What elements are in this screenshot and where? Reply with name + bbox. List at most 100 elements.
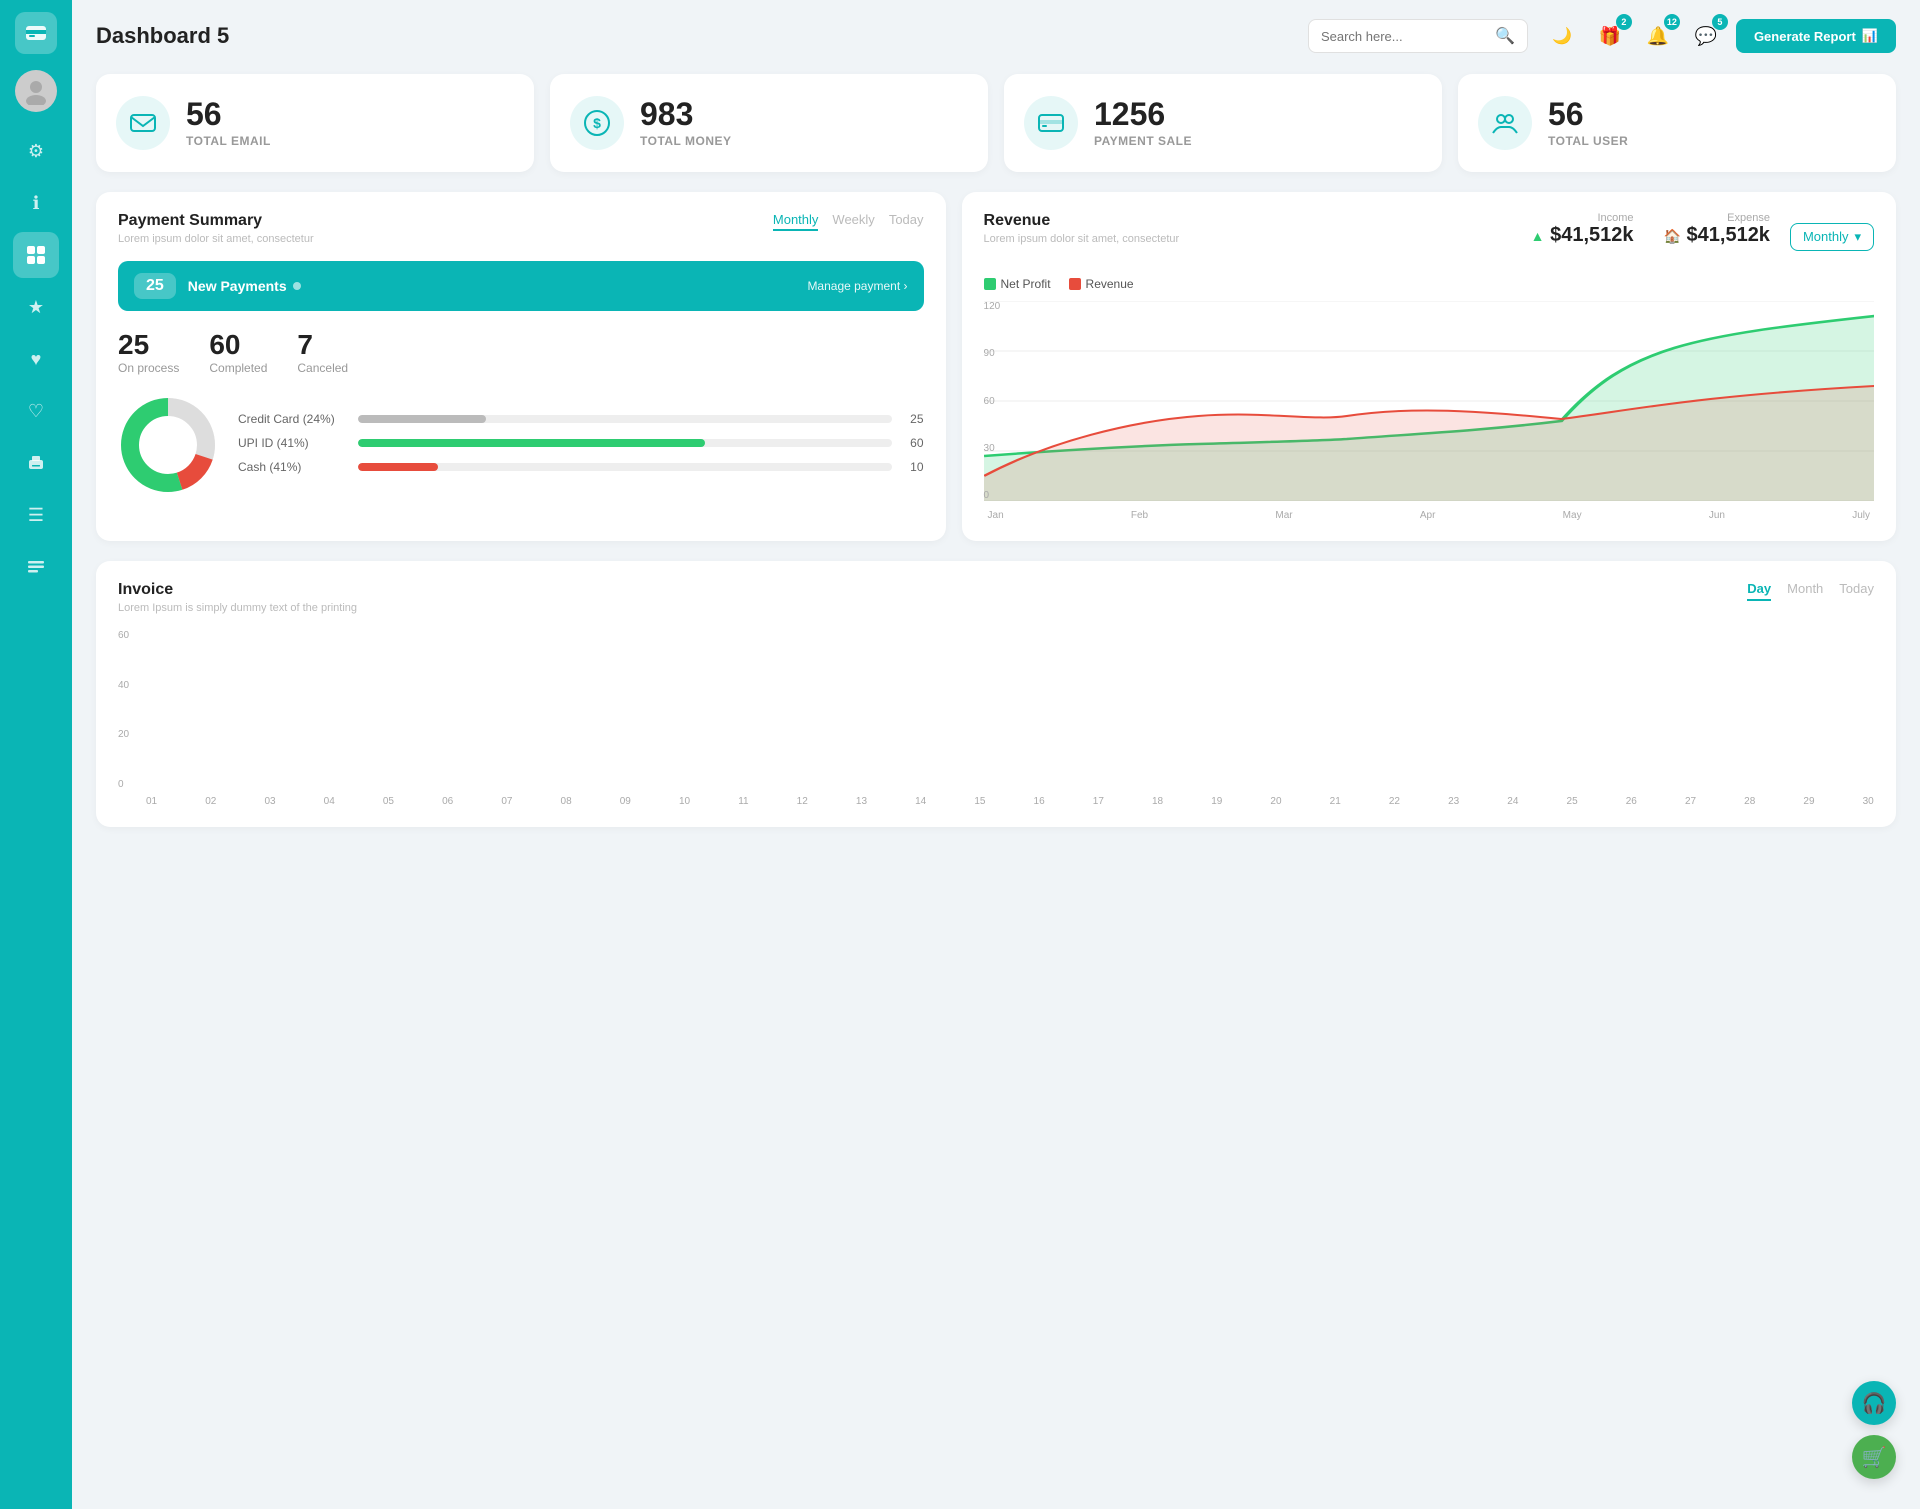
- bar-xaxis: 0102030405060708091011121314151617181920…: [146, 796, 1874, 807]
- upi-bar: [358, 439, 705, 447]
- new-payments-num: 25: [134, 273, 176, 299]
- payment-summary-panel: Payment Summary Lorem ipsum dolor sit am…: [96, 192, 946, 541]
- net-profit-dot: [984, 278, 996, 290]
- money-icon: $: [570, 96, 624, 150]
- page-title: Dashboard 5: [96, 23, 1308, 49]
- invoice-panel: Invoice Lorem Ipsum is simply dummy text…: [96, 561, 1896, 827]
- invoice-chart-container: 60 40 20 0 01020304050607080910111213141…: [118, 630, 1874, 807]
- invoice-title-group: Invoice Lorem Ipsum is simply dummy text…: [118, 581, 357, 614]
- user-icon: [1478, 96, 1532, 150]
- invoice-sub: Lorem Ipsum is simply dummy text of the …: [118, 602, 357, 614]
- payment-summary-title: Payment Summary: [118, 212, 314, 230]
- legend-net-profit: Net Profit: [984, 277, 1051, 291]
- manage-payment-link[interactable]: Manage payment ›: [807, 279, 907, 293]
- stat-on-process: 25 On process: [118, 329, 179, 375]
- revenue-dot: [1069, 278, 1081, 290]
- cash-label: Cash (41%): [238, 460, 348, 474]
- stat-money-label: TOTAL MONEY: [640, 134, 732, 148]
- revenue-legend: Net Profit Revenue: [984, 277, 1874, 291]
- invoice-title: Invoice: [118, 581, 357, 599]
- stat-email-label: TOTAL EMAIL: [186, 134, 271, 148]
- bar-grid: [146, 630, 1874, 790]
- credit-card-bar-bg: [358, 415, 892, 423]
- tab-today[interactable]: Today: [889, 212, 924, 231]
- dark-mode-toggle[interactable]: 🌙: [1544, 18, 1580, 54]
- stat-completed: 60 Completed: [209, 329, 267, 375]
- income-item: Income ▲ $41,512k: [1531, 212, 1634, 247]
- sidebar-logo[interactable]: [15, 12, 57, 54]
- upi-val: 60: [902, 436, 924, 450]
- revenue-title-group: Revenue Lorem ipsum dolor sit amet, cons…: [984, 212, 1180, 245]
- bell-icon-btn[interactable]: 🔔 12: [1640, 18, 1676, 54]
- stat-payment-num: 1256: [1094, 98, 1192, 130]
- donut-chart: [118, 395, 218, 500]
- main-content: Dashboard 5 🔍 🌙 🎁 2 🔔 12 💬 5 Generate Re…: [72, 0, 1920, 1509]
- chart-icon: 📊: [1862, 28, 1878, 44]
- progress-upi: UPI ID (41%) 60: [238, 436, 924, 450]
- invoice-bar-chart: 0102030405060708091011121314151617181920…: [146, 630, 1874, 807]
- tab-weekly[interactable]: Weekly: [832, 212, 874, 231]
- chevron-down-icon: ▾: [1854, 229, 1861, 245]
- sidebar-item-heart2[interactable]: ♡: [13, 388, 59, 434]
- legend-revenue: Revenue: [1069, 277, 1134, 291]
- generate-report-button[interactable]: Generate Report 📊: [1736, 19, 1896, 53]
- stat-card-email: 56 TOTAL EMAIL: [96, 74, 534, 172]
- revenue-sub: Lorem ipsum dolor sit amet, consectetur: [984, 233, 1180, 245]
- gift-badge: 2: [1616, 14, 1632, 30]
- revenue-monthly-dropdown[interactable]: Monthly ▾: [1790, 223, 1874, 251]
- sidebar: ⚙ ℹ ★ ♥ ♡ ☰: [0, 0, 72, 1509]
- stat-user-info: 56 TOTAL USER: [1548, 98, 1628, 148]
- stat-money-num: 983: [640, 98, 732, 130]
- stat-card-money: $ 983 TOTAL MONEY: [550, 74, 988, 172]
- mid-row: Payment Summary Lorem ipsum dolor sit am…: [96, 192, 1896, 541]
- headset-button[interactable]: 🎧: [1852, 1381, 1896, 1425]
- stat-card-user: 56 TOTAL USER: [1458, 74, 1896, 172]
- sidebar-item-menu[interactable]: ☰: [13, 492, 59, 538]
- search-input[interactable]: [1321, 29, 1487, 44]
- invoice-tab-group: Day Month Today: [1747, 581, 1874, 601]
- income-val: ▲ $41,512k: [1531, 224, 1634, 247]
- invoice-header: Invoice Lorem Ipsum is simply dummy text…: [118, 581, 1874, 614]
- cart-button[interactable]: 🛒: [1852, 1435, 1896, 1479]
- np-dot: [293, 282, 301, 290]
- sidebar-item-list[interactable]: [13, 544, 59, 590]
- inv-tab-today[interactable]: Today: [1839, 581, 1874, 601]
- sidebar-item-heart[interactable]: ♥: [13, 336, 59, 382]
- revenue-right: Income ▲ $41,512k Expense 🏠 $41,512k: [1531, 212, 1874, 261]
- search-icon[interactable]: 🔍: [1495, 26, 1515, 46]
- chat-icon-btn[interactable]: 💬 5: [1688, 18, 1724, 54]
- revenue-title: Revenue: [984, 212, 1180, 230]
- upi-label: UPI ID (41%): [238, 436, 348, 450]
- payment-summary-header: Payment Summary Lorem ipsum dolor sit am…: [118, 212, 924, 245]
- new-payments-bar: 25 New Payments Manage payment ›: [118, 261, 924, 311]
- search-box[interactable]: 🔍: [1308, 19, 1528, 53]
- inv-tab-day[interactable]: Day: [1747, 581, 1771, 601]
- sidebar-item-info[interactable]: ℹ: [13, 180, 59, 226]
- new-payments-label: New Payments: [188, 278, 301, 294]
- payment-icon: [1024, 96, 1078, 150]
- sidebar-item-dashboard[interactable]: [13, 232, 59, 278]
- header-icons: 🌙 🎁 2 🔔 12 💬 5: [1544, 18, 1724, 54]
- stat-user-num: 56: [1548, 98, 1628, 130]
- bell-badge: 12: [1664, 14, 1680, 30]
- tab-monthly[interactable]: Monthly: [773, 212, 819, 231]
- inv-tab-month[interactable]: Month: [1787, 581, 1823, 601]
- stat-cards: 56 TOTAL EMAIL $ 983 TOTAL MONEY: [96, 74, 1896, 172]
- stat-payment-info: 1256 PAYMENT SALE: [1094, 98, 1192, 148]
- expense-item: Expense 🏠 $41,512k: [1664, 212, 1770, 247]
- payment-stats-row: 25 On process 60 Completed 7 Canceled: [118, 329, 924, 375]
- payment-summary-title-group: Payment Summary Lorem ipsum dolor sit am…: [118, 212, 314, 245]
- sidebar-item-print[interactable]: [13, 440, 59, 486]
- sidebar-item-star[interactable]: ★: [13, 284, 59, 330]
- cash-val: 10: [902, 460, 924, 474]
- email-icon: [116, 96, 170, 150]
- gift-icon-btn[interactable]: 🎁 2: [1592, 18, 1628, 54]
- avatar[interactable]: [15, 70, 57, 112]
- cash-bar: [358, 463, 438, 471]
- sidebar-item-settings[interactable]: ⚙: [13, 128, 59, 174]
- np-left: 25 New Payments: [134, 273, 301, 299]
- chat-badge: 5: [1712, 14, 1728, 30]
- payment-body: Credit Card (24%) 25 UPI ID (41%) 60: [118, 395, 924, 500]
- stat-email-num: 56: [186, 98, 271, 130]
- credit-card-label: Credit Card (24%): [238, 412, 348, 426]
